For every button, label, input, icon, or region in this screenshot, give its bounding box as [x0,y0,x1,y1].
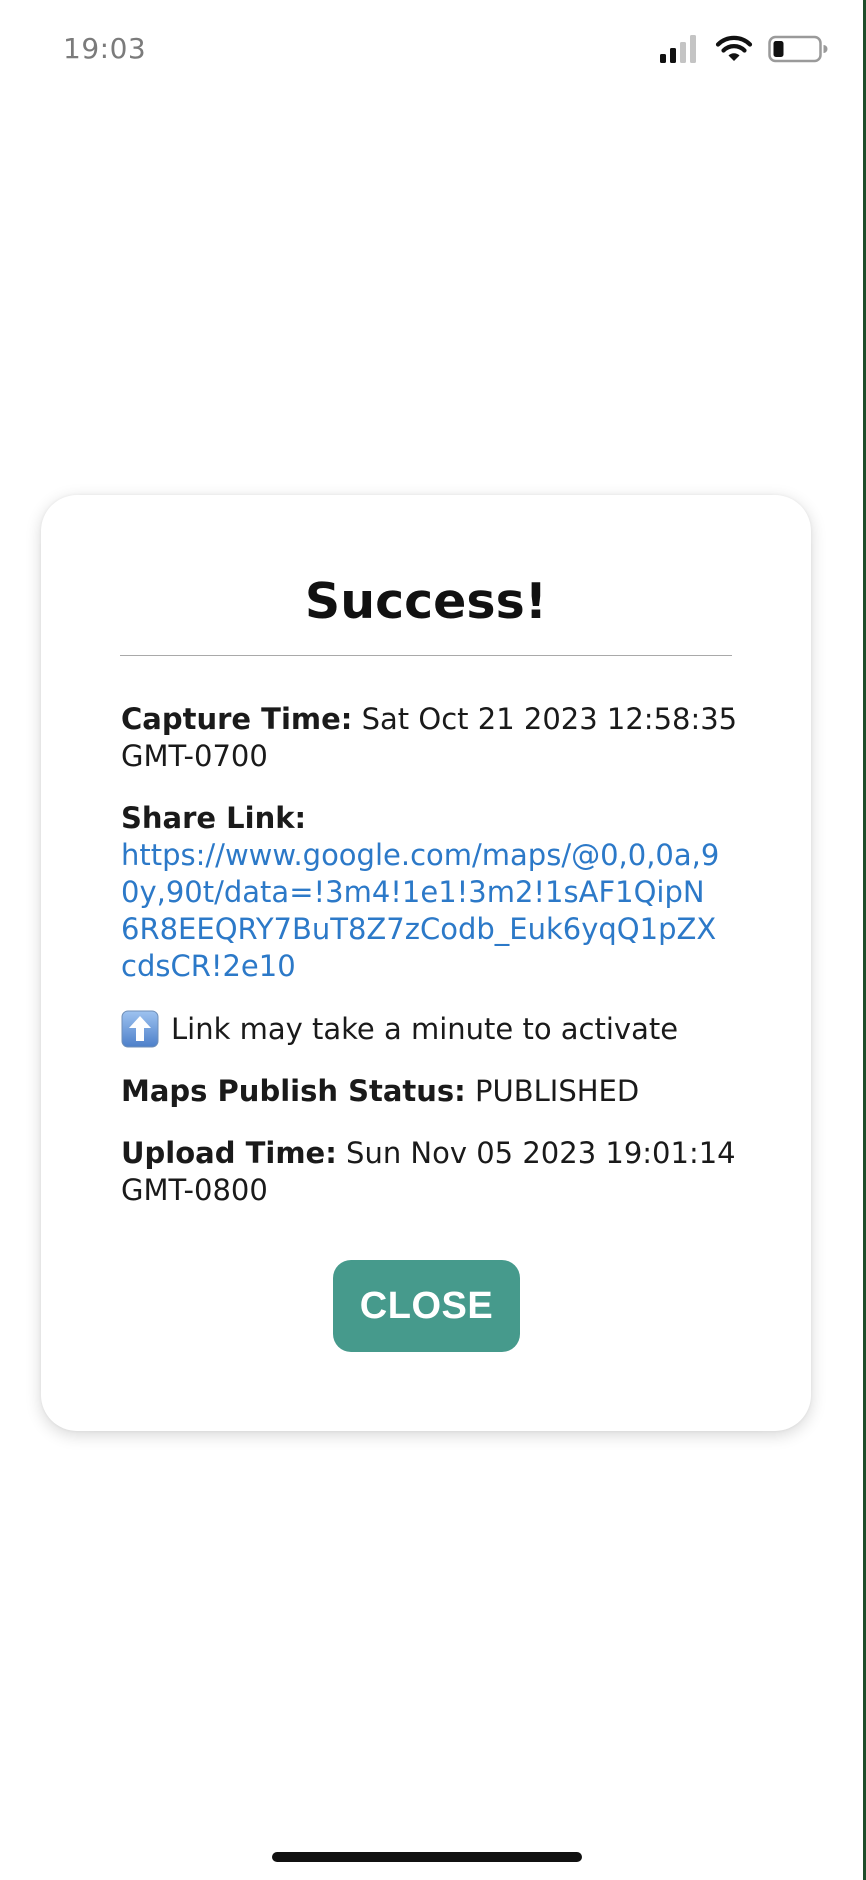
capture-time-label: Capture Time: [121,702,353,736]
publish-status-field: Maps Publish Status: PUBLISHED [121,1073,741,1110]
status-bar-icons [660,32,828,66]
notice-text: Link may take a minute to activate [171,1011,679,1046]
title-divider [120,655,732,656]
cellular-signal-icon [660,35,696,63]
capture-time-field: Capture Time: Sat Oct 21 2023 12:58:35 G… [121,701,741,775]
dialog-body: Capture Time: Sat Oct 21 2023 12:58:35 G… [121,701,741,1234]
up-arrow-icon [121,1010,159,1048]
upload-time-label: Upload Time: [121,1136,337,1170]
home-indicator[interactable] [272,1852,582,1862]
publish-status-label: Maps Publish Status: [121,1074,466,1108]
share-link[interactable]: https://www.google.com/maps/@0,0,0a,90y,… [121,837,721,985]
battery-icon [768,35,828,63]
status-bar-time: 19:03 [63,32,147,65]
wifi-icon [715,35,753,61]
publish-status-value: PUBLISHED [465,1074,640,1108]
app-screen: 19:03 Success! Capture Time: Sat Oct 21 … [0,0,866,1880]
close-button[interactable]: CLOSE [333,1260,520,1352]
share-link-field: Share Link: https://www.google.com/maps/… [121,800,741,985]
upload-time-field: Upload Time: Sun Nov 05 2023 19:01:14 GM… [121,1135,741,1209]
share-link-label: Share Link: [121,801,307,835]
dialog-title: Success! [304,573,548,630]
success-dialog: Success! Capture Time: Sat Oct 21 2023 1… [41,495,811,1431]
activation-notice: Link may take a minute to activate [121,1010,741,1048]
